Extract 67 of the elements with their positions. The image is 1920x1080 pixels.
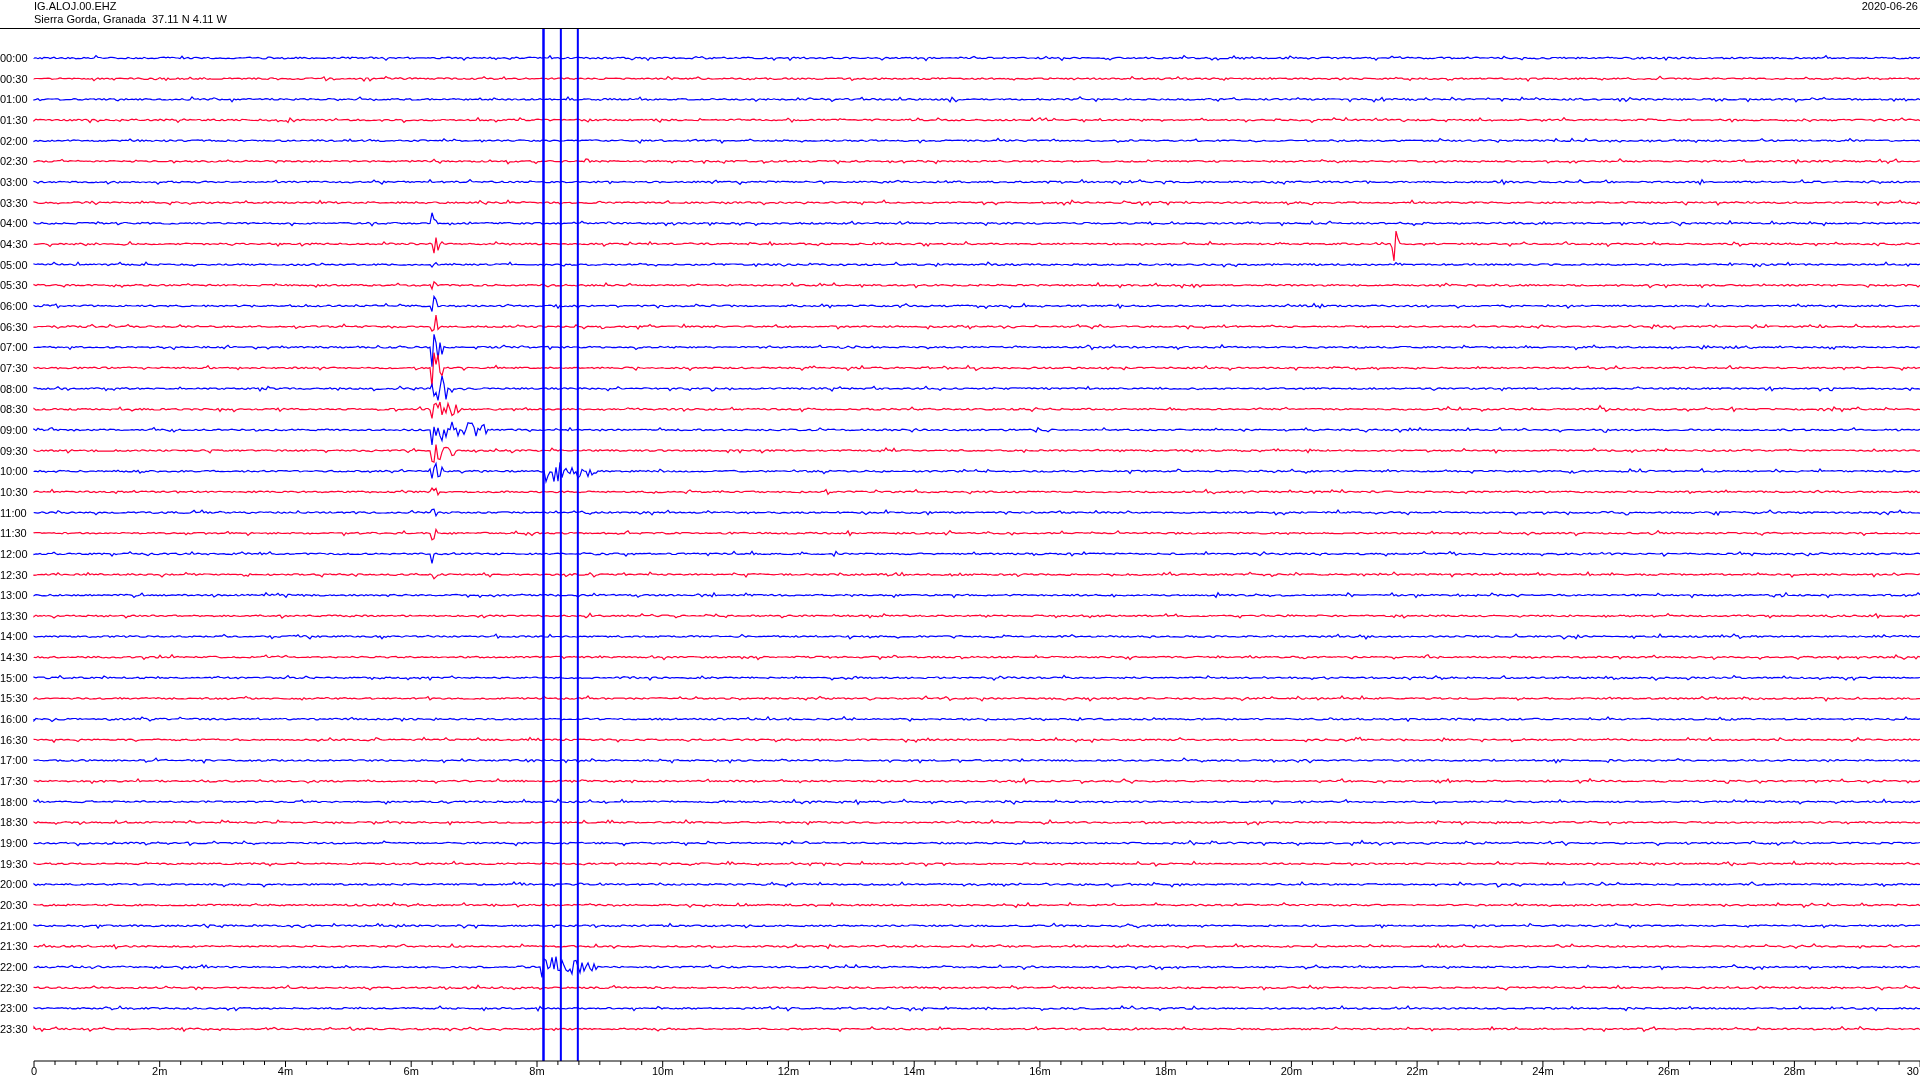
time-label: 17:00 bbox=[0, 754, 28, 767]
time-label: 08:30 bbox=[0, 403, 28, 416]
time-label: 16:30 bbox=[0, 733, 28, 746]
axis-label: 2m bbox=[152, 1065, 168, 1077]
time-label: 02:00 bbox=[0, 134, 28, 147]
time-label: 06:30 bbox=[0, 320, 28, 333]
time-label: 21:30 bbox=[0, 940, 28, 953]
time-label: 10:00 bbox=[0, 465, 28, 478]
axis-label: 18m bbox=[1154, 1065, 1177, 1077]
time-label: 11:00 bbox=[0, 506, 27, 519]
time-label: 21:00 bbox=[0, 919, 28, 932]
time-label: 05:00 bbox=[0, 258, 28, 271]
time-label: 15:30 bbox=[0, 692, 28, 705]
axis-label: 16m bbox=[1029, 1065, 1051, 1077]
time-label: 23:30 bbox=[0, 1023, 28, 1035]
time-label: 04:30 bbox=[0, 237, 28, 250]
time-label: 19:00 bbox=[0, 837, 28, 850]
time-label: 13:00 bbox=[0, 589, 28, 602]
time-label: 11:30 bbox=[0, 527, 27, 540]
axis-label: 12m bbox=[777, 1065, 800, 1077]
time-label: 09:00 bbox=[0, 423, 28, 436]
time-label: 08:00 bbox=[0, 382, 28, 395]
axis-label: 10m bbox=[652, 1065, 674, 1077]
time-label: 01:30 bbox=[0, 114, 28, 126]
axis-label: 0 bbox=[30, 1065, 38, 1077]
axis-label: 26m bbox=[1657, 1065, 1680, 1077]
time-label: 03:30 bbox=[0, 196, 28, 209]
time-label: 19:30 bbox=[0, 857, 28, 870]
time-label: 07:30 bbox=[0, 361, 28, 374]
axis-label: 20m bbox=[1280, 1065, 1303, 1077]
time-label: 07:00 bbox=[0, 341, 28, 354]
time-label: 14:00 bbox=[0, 630, 28, 643]
axis-label: 4m bbox=[277, 1065, 294, 1077]
time-label: 22:30 bbox=[0, 981, 28, 994]
axis-label: 24m bbox=[1532, 1065, 1554, 1077]
date-label: 2020-06-26 bbox=[1861, 0, 1918, 13]
station-code: IG.ALOJ.00.EHZ bbox=[34, 0, 118, 13]
time-label: 12:00 bbox=[0, 547, 28, 560]
time-label: 14:30 bbox=[0, 651, 28, 664]
time-label: 22:00 bbox=[0, 961, 28, 974]
time-label: 01:00 bbox=[0, 93, 28, 106]
time-label: 18:00 bbox=[0, 795, 28, 808]
station-location: Sierra Gorda, Granada 37.11 N 4.11 W bbox=[34, 13, 227, 26]
time-label: 06:00 bbox=[0, 299, 28, 312]
time-label: 04:00 bbox=[0, 217, 28, 230]
time-label: 00:00 bbox=[0, 52, 28, 64]
axis-label: 8m bbox=[529, 1065, 545, 1077]
time-label: 16:00 bbox=[0, 713, 28, 726]
time-label: 00:30 bbox=[0, 72, 28, 85]
time-label: 02:30 bbox=[0, 155, 28, 168]
axis-label: 28m bbox=[1783, 1065, 1806, 1077]
time-label: 18:30 bbox=[0, 816, 28, 829]
time-label: 15:00 bbox=[0, 671, 28, 684]
axis-label: 6m bbox=[403, 1065, 419, 1077]
time-label: 17:30 bbox=[0, 775, 28, 788]
time-label: 23:00 bbox=[0, 1002, 28, 1015]
time-label: 13:30 bbox=[0, 609, 28, 622]
time-label: 20:30 bbox=[0, 899, 28, 912]
time-label: 12:30 bbox=[0, 568, 28, 581]
time-label: 09:30 bbox=[0, 444, 28, 457]
axis-label: 30 bbox=[1906, 1065, 1919, 1077]
time-label: 10:30 bbox=[0, 485, 28, 498]
time-label: 20:00 bbox=[0, 878, 28, 891]
axis-label: 14m bbox=[903, 1065, 925, 1077]
axis-label: 22m bbox=[1406, 1065, 1428, 1077]
time-label: 05:30 bbox=[0, 279, 28, 292]
time-label: 03:00 bbox=[0, 175, 28, 188]
